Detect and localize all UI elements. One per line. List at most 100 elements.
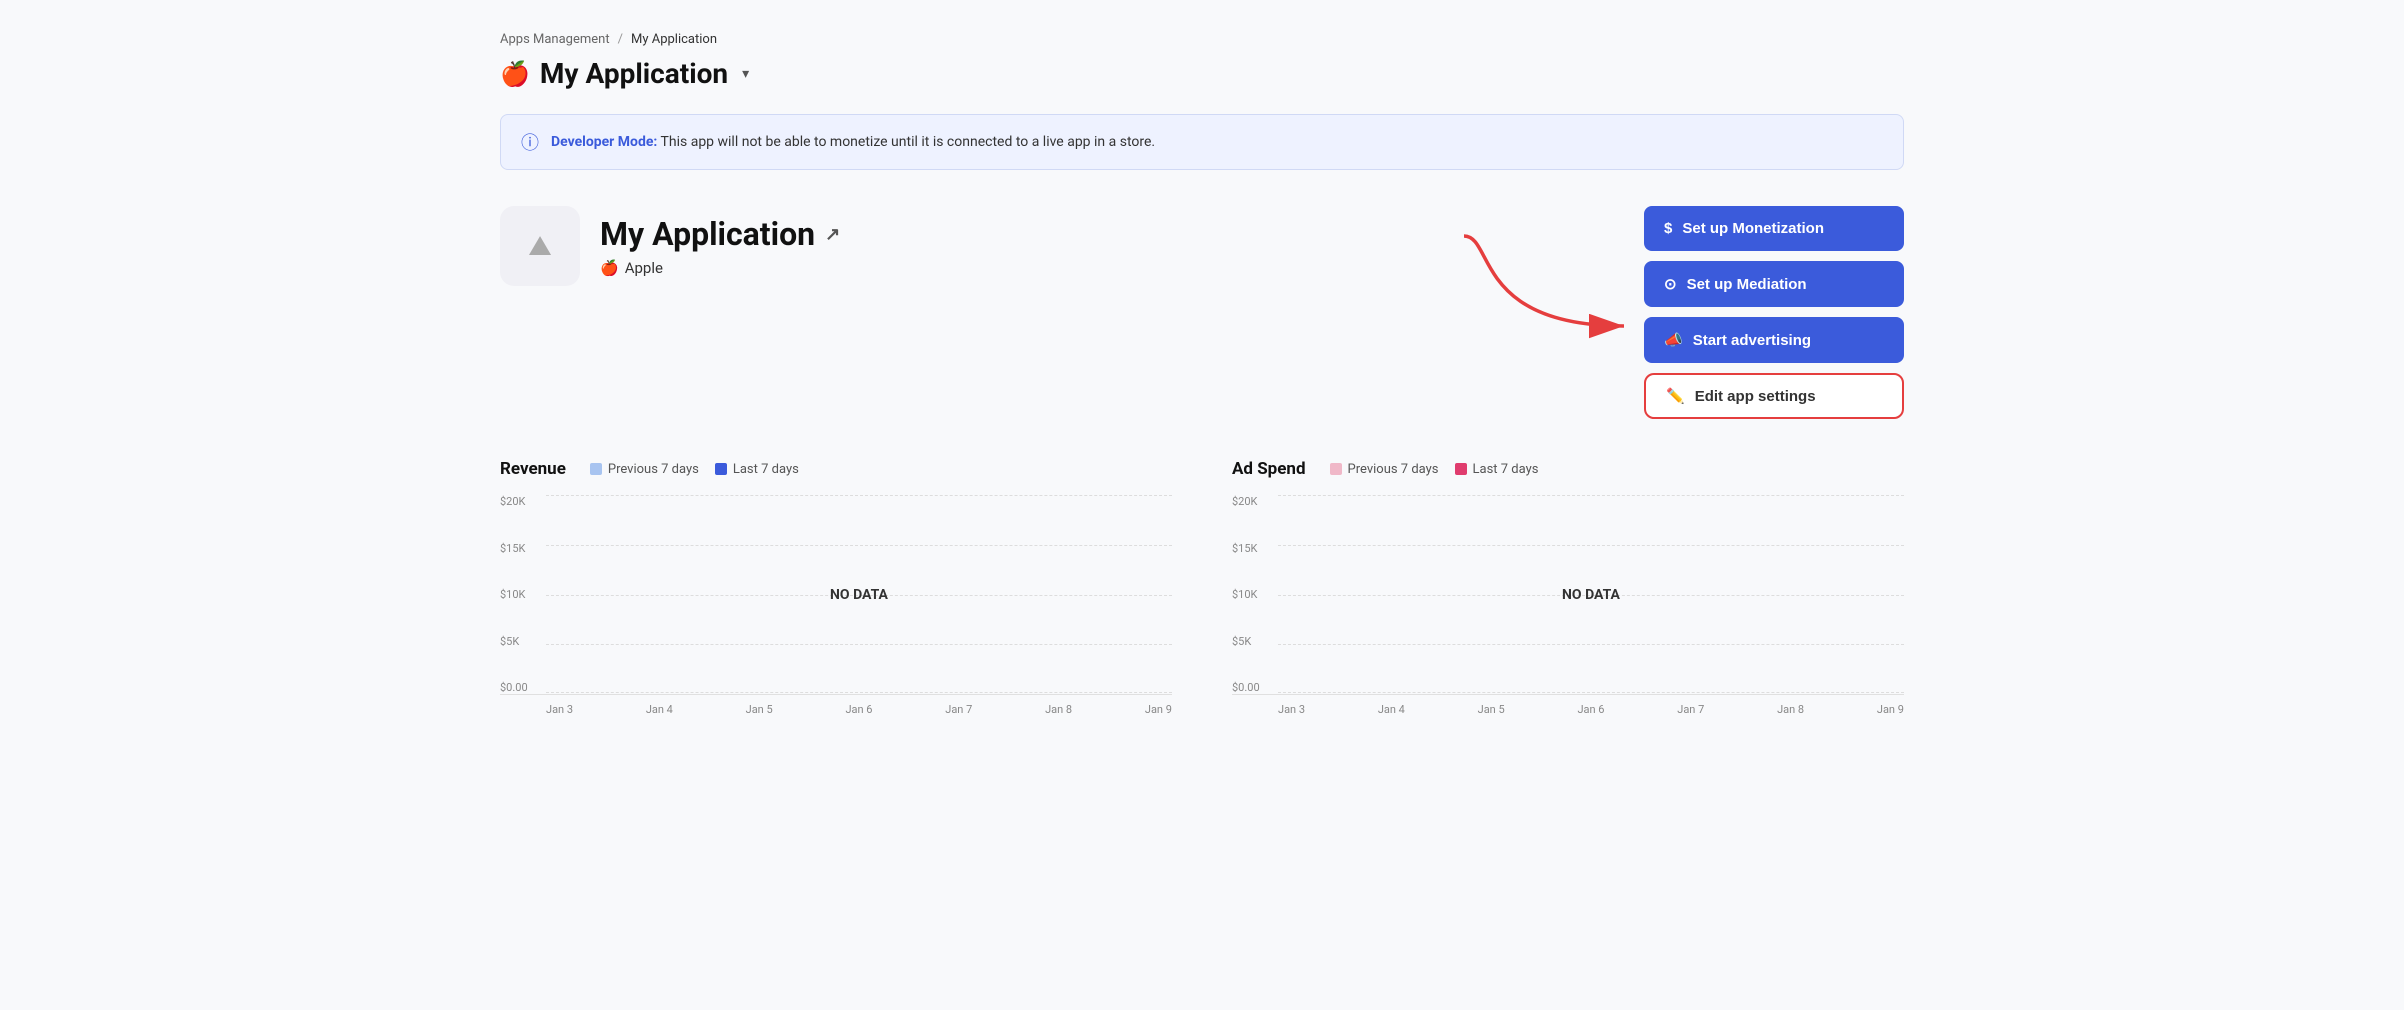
adspend-x-labels: Jan 3 Jan 4 Jan 5 Jan 6 Jan 7 Jan 8 Jan …	[1232, 703, 1904, 716]
adspend-y-15k: $15K	[1232, 542, 1260, 555]
adspend-previous-legend: Previous 7 days	[1330, 462, 1439, 477]
revenue-x-labels: Jan 3 Jan 4 Jan 5 Jan 6 Jan 7 Jan 8 Jan …	[500, 703, 1172, 716]
action-buttons-area: $ Set up Monetization ⊙ Set up Mediation…	[1644, 206, 1904, 419]
revenue-y-20k: $20K	[500, 495, 528, 508]
adspend-x-jan9: Jan 9	[1877, 703, 1904, 716]
revenue-y-labels: $20K $15K $10K $5K $0.00	[500, 495, 528, 694]
revenue-previous-label: Previous 7 days	[608, 462, 699, 477]
app-name-heading: My Application ↗	[600, 215, 840, 253]
app-platform: 🍎 Apple	[600, 259, 840, 277]
adspend-chart-header: Ad Spend Previous 7 days Last 7 days	[1232, 459, 1904, 479]
breadcrumb-current: My Application	[631, 32, 717, 47]
adspend-x-jan5: Jan 5	[1478, 703, 1505, 716]
red-arrow-annotation	[1454, 226, 1634, 350]
megaphone-icon: 📣	[1664, 331, 1683, 349]
adspend-gridline-top	[1278, 495, 1904, 496]
adspend-chart: Ad Spend Previous 7 days Last 7 days $20…	[1232, 459, 1904, 716]
adspend-gridline-bottom	[1278, 692, 1904, 693]
revenue-chart-legend: Previous 7 days Last 7 days	[590, 462, 799, 477]
revenue-previous-dot	[590, 463, 602, 475]
revenue-last-legend: Last 7 days	[715, 462, 799, 477]
platform-name: Apple	[625, 259, 663, 277]
setup-monetization-label: Set up Monetization	[1682, 220, 1824, 237]
edit-icon: ✏️	[1666, 387, 1685, 405]
breadcrumb-separator: /	[618, 32, 623, 47]
revenue-x-jan3: Jan 3	[546, 703, 573, 716]
revenue-x-jan7: Jan 7	[945, 703, 972, 716]
developer-mode-banner: ⓘ Developer Mode: This app will not be a…	[500, 114, 1904, 170]
start-advertising-button[interactable]: 📣 Start advertising	[1644, 317, 1904, 363]
edit-app-settings-button[interactable]: ✏️ Edit app settings	[1644, 373, 1904, 419]
breadcrumb: Apps Management / My Application	[500, 32, 1904, 47]
app-icon-box: ⛰	[500, 206, 580, 286]
dropdown-arrow-icon[interactable]: ▾	[742, 66, 749, 82]
adspend-y-10k: $10K	[1232, 588, 1260, 601]
revenue-x-jan5: Jan 5	[746, 703, 773, 716]
revenue-chart-area: $20K $15K $10K $5K $0.00 NO DATA	[500, 495, 1172, 695]
adspend-chart-legend: Previous 7 days Last 7 days	[1330, 462, 1539, 477]
banner-label: Developer Mode:	[551, 134, 657, 150]
revenue-last-dot	[715, 463, 727, 475]
setup-monetization-button[interactable]: $ Set up Monetization	[1644, 206, 1904, 251]
gridline-25	[546, 545, 1172, 546]
app-name-text: My Application	[600, 215, 815, 253]
revenue-y-5k: $5K	[500, 635, 528, 648]
apple-platform-icon: 🍎	[600, 259, 619, 277]
setup-mediation-button[interactable]: ⊙ Set up Mediation	[1644, 261, 1904, 307]
revenue-y-10k: $10K	[500, 588, 528, 601]
adspend-chart-area: $20K $15K $10K $5K $0.00 NO DATA	[1232, 495, 1904, 695]
adspend-x-jan8: Jan 8	[1777, 703, 1804, 716]
start-advertising-label: Start advertising	[1693, 332, 1811, 349]
revenue-x-jan8: Jan 8	[1045, 703, 1072, 716]
gridline-bottom	[546, 692, 1172, 693]
action-buttons: $ Set up Monetization ⊙ Set up Mediation…	[1644, 206, 1904, 419]
adspend-x-jan6: Jan 6	[1577, 703, 1604, 716]
setup-mediation-label: Set up Mediation	[1687, 276, 1807, 293]
adspend-previous-label: Previous 7 days	[1348, 462, 1439, 477]
app-header: ⛰ My Application ↗ 🍎 Apple	[500, 206, 1904, 419]
edit-app-settings-label: Edit app settings	[1695, 388, 1816, 405]
adspend-plot-area: NO DATA	[1278, 495, 1904, 694]
page-title-row: 🍎 My Application ▾	[500, 57, 1904, 90]
revenue-x-jan9: Jan 9	[1145, 703, 1172, 716]
adspend-last-label: Last 7 days	[1473, 462, 1539, 477]
adspend-no-data: NO DATA	[1562, 587, 1620, 603]
gridline-75	[546, 644, 1172, 645]
charts-section: Revenue Previous 7 days Last 7 days $20K…	[500, 459, 1904, 716]
adspend-gridline-25	[1278, 545, 1904, 546]
revenue-x-jan4: Jan 4	[646, 703, 673, 716]
app-meta: My Application ↗ 🍎 Apple	[600, 215, 840, 277]
adspend-y-5k: $5K	[1232, 635, 1260, 648]
external-link-icon[interactable]: ↗	[825, 224, 840, 245]
adspend-last-legend: Last 7 days	[1455, 462, 1539, 477]
dollar-icon: $	[1664, 220, 1672, 237]
breadcrumb-parent[interactable]: Apps Management	[500, 32, 610, 47]
app-icon-placeholder: ⛰	[528, 229, 552, 263]
revenue-chart-header: Revenue Previous 7 days Last 7 days	[500, 459, 1172, 479]
adspend-y-labels: $20K $15K $10K $5K $0.00	[1232, 495, 1260, 694]
adspend-previous-dot	[1330, 463, 1342, 475]
banner-message: This app will not be able to monetize un…	[661, 134, 1156, 150]
revenue-y-15k: $15K	[500, 542, 528, 555]
adspend-x-jan4: Jan 4	[1378, 703, 1405, 716]
info-icon: ⓘ	[521, 129, 539, 155]
revenue-last-label: Last 7 days	[733, 462, 799, 477]
adspend-chart-title: Ad Spend	[1232, 459, 1306, 479]
adspend-y-0: $0.00	[1232, 681, 1260, 694]
adspend-x-jan7: Jan 7	[1677, 703, 1704, 716]
gridline-top	[546, 495, 1172, 496]
adspend-x-jan3: Jan 3	[1278, 703, 1305, 716]
revenue-no-data: NO DATA	[830, 587, 888, 603]
app-info: ⛰ My Application ↗ 🍎 Apple	[500, 206, 840, 286]
adspend-y-20k: $20K	[1232, 495, 1260, 508]
layers-icon: ⊙	[1664, 275, 1677, 293]
revenue-y-0: $0.00	[500, 681, 528, 694]
revenue-chart: Revenue Previous 7 days Last 7 days $20K…	[500, 459, 1172, 716]
adspend-last-dot	[1455, 463, 1467, 475]
banner-text: Developer Mode: This app will not be abl…	[551, 134, 1155, 150]
revenue-plot-area: NO DATA	[546, 495, 1172, 694]
revenue-previous-legend: Previous 7 days	[590, 462, 699, 477]
page-title: My Application	[540, 57, 728, 90]
revenue-x-jan6: Jan 6	[845, 703, 872, 716]
apple-icon: 🍎	[500, 60, 530, 88]
